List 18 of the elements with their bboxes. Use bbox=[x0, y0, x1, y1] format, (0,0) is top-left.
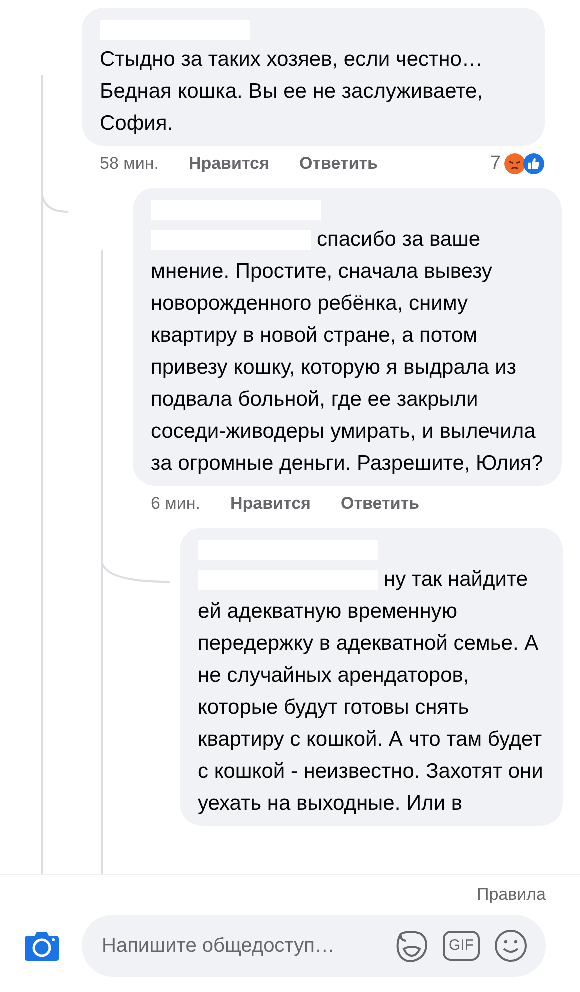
rules-link[interactable]: Правила bbox=[476, 875, 580, 905]
like-link[interactable]: Нравится bbox=[230, 494, 311, 514]
comment-time: 58 мин. bbox=[100, 154, 159, 174]
camera-icon[interactable] bbox=[24, 930, 60, 962]
comment-text: спасибо за ваше мнение. Простите, сначала вывезу новорожденного ребёнка, сниму квартиру в новой стране, а потом привезу кошку, которую я выдрала из подвала больной, где ее закрыли соседи-живодеры умирать, и вылечила за огромные деньги. Разрешите, Юлия? bbox=[151, 227, 544, 477]
reply-link[interactable]: Ответить bbox=[340, 494, 420, 514]
comment-time: 6 мин. bbox=[151, 494, 200, 514]
smiley-icon[interactable] bbox=[494, 929, 528, 963]
reaction-count: 7 bbox=[490, 153, 501, 175]
comment-text: ну так найдите ей адекватную временную передержку в адекватной семье. А не случайных арендаторов, которые будут готовы снять квартиру с кошкой. А что там будет с кошкой - неизвестно. Захотят они уехать на выходные. Или в bbox=[198, 567, 544, 817]
thumbs-up-icon bbox=[523, 153, 545, 175]
angry-face-icon bbox=[504, 153, 526, 175]
comment-text: Стыдно за таких хозяев, если честно… Бедная кошка. Вы ее не заслуживаете, София. bbox=[100, 47, 484, 137]
like-link[interactable]: Нравится bbox=[188, 154, 270, 174]
sticker-icon[interactable] bbox=[395, 929, 429, 963]
reply-link[interactable]: Ответить bbox=[299, 154, 378, 174]
comment-input[interactable]: Напишите общедоступ… GIF bbox=[82, 915, 546, 977]
gif-button[interactable]: GIF bbox=[443, 931, 480, 961]
